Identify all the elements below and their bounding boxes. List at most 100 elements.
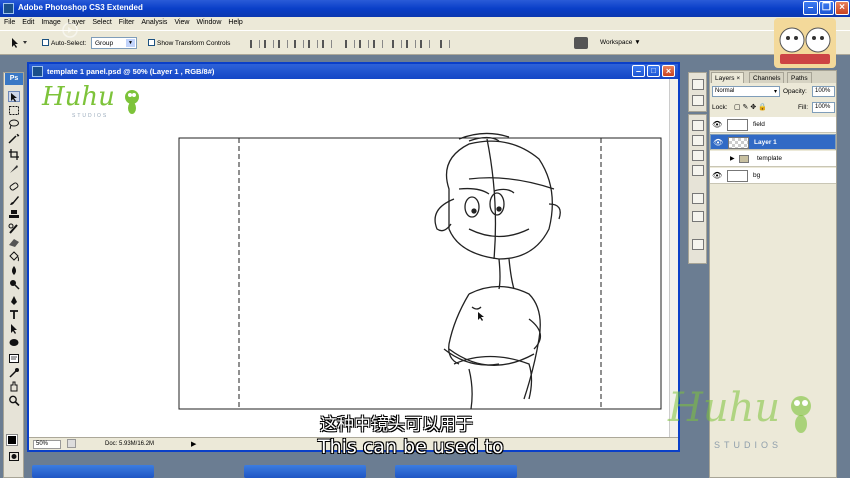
align-bottom-icon[interactable] <box>278 40 288 48</box>
status-info-icon[interactable] <box>67 439 76 448</box>
distribute-right-icon[interactable] <box>420 40 430 48</box>
layer-name: field <box>753 121 765 128</box>
menu-file[interactable]: File <box>0 17 18 26</box>
mini-dock <box>688 72 707 112</box>
marquee-tool-icon[interactable] <box>8 105 20 116</box>
align-hcenter-icon[interactable] <box>308 40 318 48</box>
menu-edit[interactable]: Edit <box>18 17 37 26</box>
close-button[interactable]: × <box>835 1 849 15</box>
menu-image[interactable]: Image <box>37 17 63 26</box>
quick-mask-icon[interactable] <box>8 451 20 462</box>
bridge-icon[interactable] <box>574 37 588 49</box>
auto-select-label: Auto-Select: <box>51 40 87 47</box>
history-brush-icon[interactable] <box>8 223 20 234</box>
canvas-area[interactable]: Huhu STUDIOS <box>29 79 669 437</box>
eraser-tool-icon[interactable] <box>8 237 20 248</box>
taskbar-item[interactable] <box>395 465 517 478</box>
distribute-bottom-icon[interactable] <box>373 40 383 48</box>
eye-icon[interactable]: 👁 <box>713 138 723 148</box>
layer-thumbnail <box>727 119 748 131</box>
move-tool-icon[interactable] <box>8 91 20 102</box>
workspace-button[interactable]: Workspace ▼ <box>600 39 641 46</box>
layer-row-template[interactable]: ▶ template <box>710 151 836 167</box>
menu-window[interactable]: Window <box>192 17 224 26</box>
brush-tool-icon[interactable] <box>8 195 20 206</box>
tab-layers[interactable]: Layers × <box>711 72 745 83</box>
align-left-icon[interactable] <box>294 40 304 48</box>
minimize-button[interactable]: – <box>803 1 818 15</box>
blend-mode-dropdown[interactable]: Normal ▾ <box>712 86 780 97</box>
cursor-icon <box>478 312 484 321</box>
expand-arrow-icon[interactable]: ▶ <box>730 155 735 162</box>
opacity-label: Opacity: <box>783 88 807 95</box>
align-right-icon[interactable] <box>322 40 332 48</box>
paragraph-panel-icon[interactable] <box>692 211 704 222</box>
blend-mode-value: Normal <box>715 88 735 94</box>
layer-row-field[interactable]: 👁 field <box>710 117 836 133</box>
layer-row-bg[interactable]: 👁 bg <box>710 168 836 184</box>
document-title-bar[interactable]: template 1 panel.psd @ 50% (Layer 1 , RG… <box>29 64 678 79</box>
folder-icon <box>739 155 749 163</box>
menu-bar: File Edit Image Layer Select Filter Analysis Vi… <box>0 17 850 30</box>
doc-maximize-button[interactable]: □ <box>647 65 660 77</box>
taskbar-item[interactable] <box>32 465 154 478</box>
menu-analysis[interactable]: Analysis <box>137 17 170 26</box>
status-menu-arrow-icon[interactable]: ▶ <box>191 440 196 448</box>
align-vcenter-icon[interactable] <box>264 40 274 48</box>
crop-tool-icon[interactable] <box>8 149 20 160</box>
clone-stamp-icon[interactable] <box>8 209 20 220</box>
zoom-field[interactable]: 50% <box>33 440 61 449</box>
watermark-sub-text: STUDIOS <box>714 440 783 450</box>
hand-tool-icon[interactable] <box>8 381 20 392</box>
menu-view[interactable]: View <box>170 17 192 26</box>
tab-channels[interactable]: Channels <box>749 72 785 83</box>
distribute-left-icon[interactable] <box>392 40 402 48</box>
distribute-vcenter-icon[interactable] <box>359 40 369 48</box>
type-tool-icon[interactable] <box>8 309 20 320</box>
clone-source-icon[interactable] <box>692 150 704 161</box>
brushes-icon[interactable] <box>692 135 704 146</box>
doc-close-button[interactable]: × <box>662 65 675 77</box>
foreground-color-swatch[interactable] <box>6 434 18 446</box>
auto-align-icon[interactable] <box>440 40 450 48</box>
zoom-tool-icon[interactable] <box>8 395 20 407</box>
menu-help[interactable]: Help <box>224 17 245 26</box>
distribute-top-icon[interactable] <box>345 40 355 48</box>
navigator-icon[interactable] <box>692 79 704 90</box>
restore-button[interactable]: ❐ <box>819 1 834 15</box>
actions-panel-icon[interactable] <box>692 239 704 250</box>
auto-select-checkbox[interactable]: Auto-Select: <box>42 39 86 47</box>
layer-comps-icon[interactable] <box>692 165 704 176</box>
eyedropper-icon[interactable] <box>8 367 20 378</box>
pen-tool-icon[interactable] <box>8 295 20 306</box>
taskbar-item[interactable] <box>244 465 366 478</box>
tool-presets-icon[interactable] <box>692 120 704 131</box>
fill-field[interactable]: 100% <box>812 102 835 113</box>
opacity-field[interactable]: 100% <box>812 86 835 97</box>
magic-wand-icon[interactable] <box>8 133 20 144</box>
eye-icon[interactable]: 👁 <box>712 120 722 130</box>
path-selection-icon[interactable] <box>8 323 20 334</box>
lock-options-icons[interactable]: ▢ ✎ ✥ 🔒 <box>734 103 767 111</box>
tab-paths-label: Paths <box>791 75 808 82</box>
dodge-tool-icon[interactable] <box>8 279 20 290</box>
vertical-scrollbar[interactable] <box>669 79 678 437</box>
blur-tool-icon[interactable] <box>8 265 20 276</box>
healing-brush-icon[interactable] <box>8 181 20 192</box>
layer-row-layer-1[interactable]: 👁 Layer 1 <box>710 134 836 150</box>
slice-tool-icon[interactable] <box>8 163 20 174</box>
shape-tool-icon[interactable] <box>8 337 20 348</box>
tab-paths[interactable]: Paths <box>787 72 812 83</box>
lasso-tool-icon[interactable] <box>8 119 20 130</box>
move-tool-preset[interactable] <box>8 36 30 50</box>
doc-minimize-button[interactable]: – <box>632 65 645 77</box>
notes-tool-icon[interactable] <box>8 353 20 364</box>
character-panel-icon[interactable] <box>692 193 704 204</box>
show-transform-checkbox[interactable]: Show Transform Controls <box>148 39 230 47</box>
paint-bucket-icon[interactable] <box>8 251 20 262</box>
distribute-hcenter-icon[interactable] <box>406 40 416 48</box>
align-top-icon[interactable] <box>250 40 260 48</box>
eye-icon[interactable]: 👁 <box>712 171 722 181</box>
menu-filter[interactable]: Filter <box>115 17 138 26</box>
histogram-icon[interactable] <box>692 95 704 106</box>
